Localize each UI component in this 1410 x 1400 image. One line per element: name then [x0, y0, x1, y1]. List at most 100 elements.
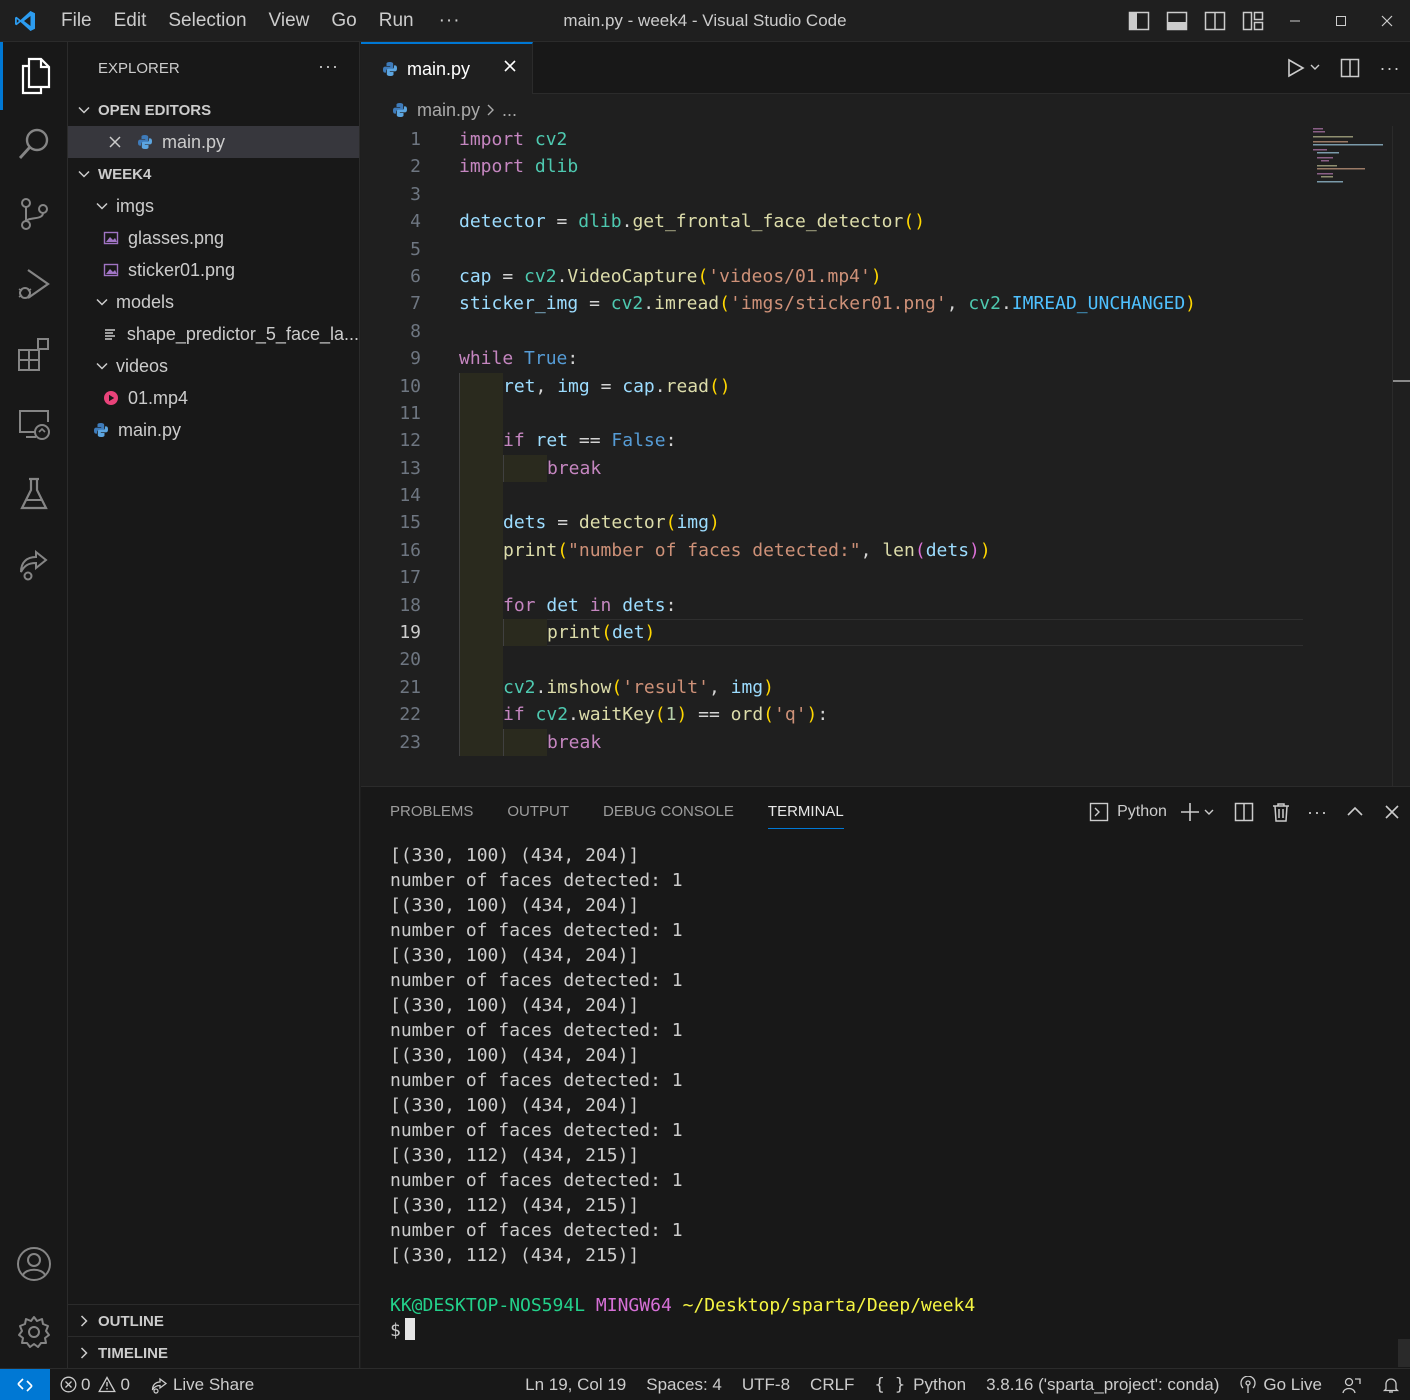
manage-gear-icon[interactable] [0, 1298, 68, 1366]
notifications-bell-icon[interactable] [1372, 1369, 1410, 1400]
editor-more-actions-button[interactable]: ··· [1370, 42, 1410, 94]
menu-view[interactable]: View [258, 0, 321, 42]
problems-status[interactable]: 0 0 [50, 1369, 140, 1400]
extensions-icon[interactable] [0, 320, 68, 388]
panel-more-actions-button[interactable]: ··· [1299, 787, 1336, 837]
tree-item-label: 01.mp4 [128, 387, 189, 408]
remote-indicator-icon[interactable] [0, 1368, 50, 1400]
accounts-icon[interactable] [0, 1230, 68, 1298]
python-file-icon [391, 101, 409, 119]
editor-vertical-scrollbar[interactable] [1392, 126, 1410, 786]
outline-label: OUTLINE [98, 1312, 164, 1330]
language-mode-status[interactable]: { } Python [864, 1369, 976, 1400]
timeline-section[interactable]: TIMELINE [68, 1336, 360, 1369]
close-icon[interactable] [502, 58, 518, 79]
indentation-status[interactable]: Spaces: 4 [636, 1369, 732, 1400]
eol-status[interactable]: CRLF [800, 1369, 864, 1400]
tree-item-videos[interactable]: videos [68, 350, 359, 382]
terminal-output[interactable]: [(330, 100) (434, 204)] number of faces … [390, 843, 975, 1343]
tree-item-imgs[interactable]: imgs [68, 190, 359, 222]
tab-debug-console[interactable]: DEBUG CONSOLE [603, 787, 734, 837]
terminal-line: number of faces detected: 1 [390, 1020, 683, 1041]
explorer-icon[interactable] [0, 42, 68, 110]
tree-item-label: imgs [116, 195, 155, 216]
tab-terminal[interactable]: TERMINAL [767, 787, 844, 837]
terminal-line: number of faces detected: 1 [390, 870, 683, 891]
terminal-line: number of faces detected: 1 [390, 1070, 683, 1091]
code-line: import dlib [459, 156, 579, 178]
menu-selection[interactable]: Selection [157, 0, 257, 42]
code-editor[interactable]: 1 import cv2 2 import dlib 3 4 detector = d… [361, 126, 1391, 756]
live-share-icon[interactable] [0, 530, 68, 598]
terminal-python-selector[interactable]: Python [1081, 787, 1175, 837]
terminal-line: [(330, 100) (434, 204)] [390, 1095, 640, 1116]
tab-problems[interactable]: PROBLEMS [390, 787, 473, 837]
go-live-label: Go Live [1263, 1375, 1322, 1394]
chevron-down-icon [94, 198, 110, 214]
kill-terminal-trash-icon[interactable] [1262, 787, 1299, 837]
split-editor-icon[interactable] [1330, 42, 1370, 94]
tree-item-label: glasses.png [128, 227, 225, 248]
live-share-status[interactable]: Live Share [140, 1369, 264, 1400]
go-live-status[interactable]: Go Live [1229, 1369, 1332, 1400]
maximize-panel-chevron-up-icon[interactable] [1336, 787, 1373, 837]
remote-explorer-icon[interactable] [0, 390, 68, 458]
testing-icon[interactable] [0, 460, 68, 528]
menu-go[interactable]: Go [320, 0, 367, 42]
line-number: 17 [399, 567, 421, 589]
tab-output[interactable]: OUTPUT [507, 787, 569, 837]
outline-section[interactable]: OUTLINE [68, 1304, 360, 1337]
tab-main-py[interactable]: main.py [361, 42, 533, 94]
terminal-input-line[interactable]: $ [390, 1318, 975, 1343]
tree-item-glasses-png[interactable]: glasses.png [68, 222, 359, 254]
tree-item-shape-predictor[interactable]: shape_predictor_5_face_la... [68, 318, 359, 350]
line-number: 16 [399, 539, 421, 561]
tree-item-01-mp4[interactable]: 01.mp4 [68, 382, 359, 414]
bottom-panel: PROBLEMS OUTPUT DEBUG CONSOLE TERMINAL P… [361, 786, 1410, 1368]
run-python-file-icon[interactable] [1278, 42, 1330, 94]
encoding-status[interactable]: UTF-8 [732, 1369, 800, 1400]
breadcrumb-file[interactable]: main.py [417, 100, 480, 121]
toggle-primary-sidebar-icon[interactable] [1120, 0, 1158, 42]
new-terminal-icon[interactable] [1175, 787, 1225, 837]
python-interpreter-status[interactable]: 3.8.16 ('sparta_project': conda) [976, 1369, 1229, 1400]
status-bar: 0 0 Live Share Ln 19, Col 19 Spaces: 4 U… [0, 1368, 1410, 1400]
open-editor-item[interactable]: main.py [68, 126, 359, 158]
maximize-window-icon[interactable] [1318, 0, 1364, 42]
status-right: Ln 19, Col 19 Spaces: 4 UTF-8 CRLF { } P… [515, 1369, 1410, 1400]
terminal-line: number of faces detected: 1 [390, 970, 683, 991]
open-editors-section[interactable]: OPEN EDITORS [68, 94, 359, 126]
terminal-scrollbar[interactable] [1398, 1339, 1410, 1367]
close-icon[interactable] [106, 133, 124, 151]
menu-edit[interactable]: Edit [103, 0, 158, 42]
breadcrumb-symbol[interactable]: ... [502, 100, 517, 121]
toggle-secondary-sidebar-icon[interactable] [1196, 0, 1234, 42]
terminal-line: [(330, 100) (434, 204)] [390, 945, 640, 966]
search-icon[interactable] [0, 110, 68, 178]
split-terminal-icon[interactable] [1225, 787, 1262, 837]
accounts-status-icon[interactable] [1332, 1369, 1372, 1400]
line-number: 22 [399, 704, 421, 726]
tree-item-sticker01-png[interactable]: sticker01.png [68, 254, 359, 286]
workspace-section[interactable]: WEEK4 [68, 158, 359, 190]
prompt-symbol: $ [390, 1320, 401, 1341]
tree-item-main-py[interactable]: main.py [68, 414, 359, 446]
explorer-more-button[interactable]: ··· [318, 56, 339, 77]
tree-item-models[interactable]: models [68, 286, 359, 318]
close-panel-icon[interactable] [1373, 787, 1410, 837]
cursor-position-status[interactable]: Ln 19, Col 19 [515, 1369, 636, 1400]
menu-run[interactable]: Run [368, 0, 425, 42]
menu-file[interactable]: File [50, 0, 103, 42]
line-number: 19 [399, 622, 421, 644]
minimap[interactable] [1311, 126, 1391, 186]
close-window-icon[interactable] [1364, 0, 1410, 42]
run-and-debug-icon[interactable] [0, 250, 68, 318]
source-control-icon[interactable] [0, 180, 68, 248]
customize-layout-icon[interactable] [1234, 0, 1272, 42]
menu-bar: File Edit Selection View Go Run ··· [50, 0, 475, 42]
chevron-right-icon [486, 100, 496, 121]
menu-more-button[interactable]: ··· [425, 10, 475, 32]
toggle-panel-icon[interactable] [1158, 0, 1196, 42]
minimize-window-icon[interactable] [1272, 0, 1318, 42]
code-line: break [547, 731, 602, 753]
